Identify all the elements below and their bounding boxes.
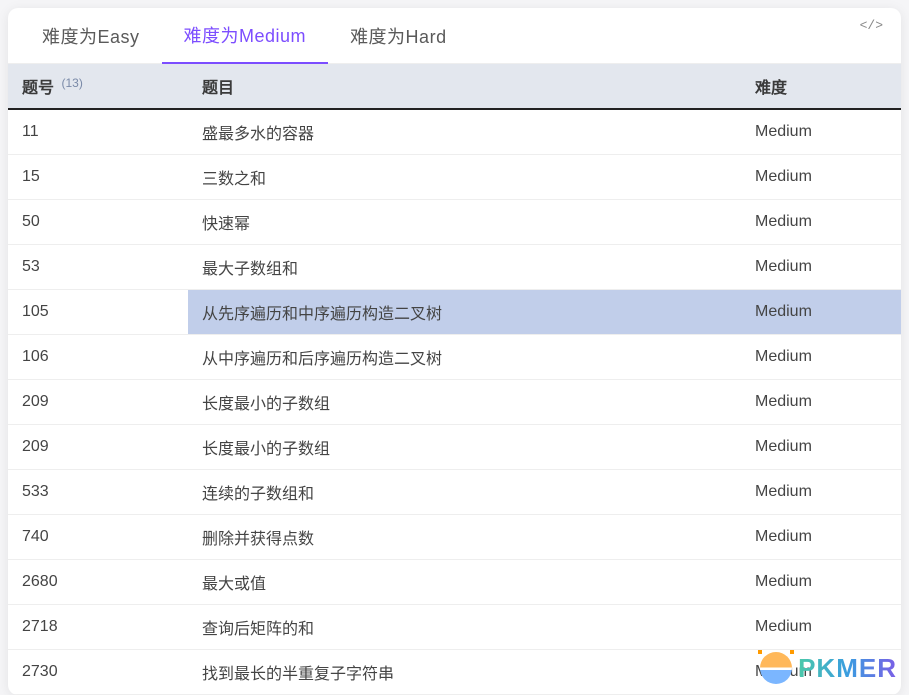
table-row[interactable]: 2730找到最长的半重复子字符串Medium <box>8 650 901 695</box>
cell-difficulty: Medium <box>741 155 901 200</box>
cell-title: 最大子数组和 <box>188 245 741 290</box>
cell-difficulty: Medium <box>741 650 901 695</box>
tab-medium[interactable]: 难度为Medium <box>162 8 329 64</box>
cell-title: 从中序遍历和后序遍历构造二叉树 <box>188 335 741 380</box>
cell-difficulty: Medium <box>741 290 901 335</box>
card: 难度为Easy 难度为Medium 难度为Hard </> 题号 (13) 题目… <box>8 8 901 695</box>
table-body: 11盛最多水的容器Medium15三数之和Medium50快速幂Medium53… <box>8 109 901 695</box>
cell-id: 53 <box>8 245 188 290</box>
table-row[interactable]: 106从中序遍历和后序遍历构造二叉树Medium <box>8 335 901 380</box>
cell-title: 删除并获得点数 <box>188 515 741 560</box>
cell-title: 找到最长的半重复子字符串 <box>188 650 741 695</box>
tabs: 难度为Easy 难度为Medium 难度为Hard </> <box>8 8 901 64</box>
tab-easy[interactable]: 难度为Easy <box>20 9 162 63</box>
cell-id: 209 <box>8 425 188 470</box>
col-header-id-label: 题号 <box>22 80 54 97</box>
cell-difficulty: Medium <box>741 109 901 155</box>
cell-title: 最大或值 <box>188 560 741 605</box>
table-row[interactable]: 50快速幂Medium <box>8 200 901 245</box>
col-header-id-count: (13) <box>61 76 82 90</box>
cell-title: 快速幂 <box>188 200 741 245</box>
cell-id: 15 <box>8 155 188 200</box>
cell-id: 50 <box>8 200 188 245</box>
cell-id: 2730 <box>8 650 188 695</box>
cell-title: 长度最小的子数组 <box>188 380 741 425</box>
table-row[interactable]: 533连续的子数组和Medium <box>8 470 901 515</box>
cell-id: 209 <box>8 380 188 425</box>
table-row[interactable]: 209长度最小的子数组Medium <box>8 380 901 425</box>
cell-difficulty: Medium <box>741 200 901 245</box>
cell-difficulty: Medium <box>741 470 901 515</box>
table-row[interactable]: 11盛最多水的容器Medium <box>8 109 901 155</box>
table-header-row: 题号 (13) 题目 难度 <box>8 64 901 109</box>
table-row[interactable]: 2718查询后矩阵的和Medium <box>8 605 901 650</box>
code-icon[interactable]: </> <box>860 18 883 33</box>
table-row[interactable]: 2680最大或值Medium <box>8 560 901 605</box>
cell-title: 长度最小的子数组 <box>188 425 741 470</box>
tab-hard[interactable]: 难度为Hard <box>328 9 469 63</box>
cell-title: 三数之和 <box>188 155 741 200</box>
cell-id: 2718 <box>8 605 188 650</box>
cell-id: 11 <box>8 109 188 155</box>
cell-title: 从先序遍历和中序遍历构造二叉树 <box>188 290 741 335</box>
table-row[interactable]: 209长度最小的子数组Medium <box>8 425 901 470</box>
table-row[interactable]: 53最大子数组和Medium <box>8 245 901 290</box>
table-wrap: 题号 (13) 题目 难度 11盛最多水的容器Medium15三数之和Mediu… <box>8 64 901 695</box>
cell-difficulty: Medium <box>741 560 901 605</box>
cell-difficulty: Medium <box>741 605 901 650</box>
cell-id: 105 <box>8 290 188 335</box>
cell-id: 2680 <box>8 560 188 605</box>
cell-id: 106 <box>8 335 188 380</box>
table-row[interactable]: 105从先序遍历和中序遍历构造二叉树Medium <box>8 290 901 335</box>
cell-title: 盛最多水的容器 <box>188 109 741 155</box>
col-header-id[interactable]: 题号 (13) <box>8 64 188 109</box>
cell-id: 740 <box>8 515 188 560</box>
cell-difficulty: Medium <box>741 425 901 470</box>
col-header-difficulty[interactable]: 难度 <box>741 64 901 109</box>
table-row[interactable]: 15三数之和Medium <box>8 155 901 200</box>
cell-title: 连续的子数组和 <box>188 470 741 515</box>
cell-id: 533 <box>8 470 188 515</box>
col-header-title[interactable]: 题目 <box>188 64 741 109</box>
cell-difficulty: Medium <box>741 515 901 560</box>
problems-table: 题号 (13) 题目 难度 11盛最多水的容器Medium15三数之和Mediu… <box>8 64 901 695</box>
table-row[interactable]: 740删除并获得点数Medium <box>8 515 901 560</box>
cell-difficulty: Medium <box>741 245 901 290</box>
cell-title: 查询后矩阵的和 <box>188 605 741 650</box>
cell-difficulty: Medium <box>741 380 901 425</box>
cell-difficulty: Medium <box>741 335 901 380</box>
